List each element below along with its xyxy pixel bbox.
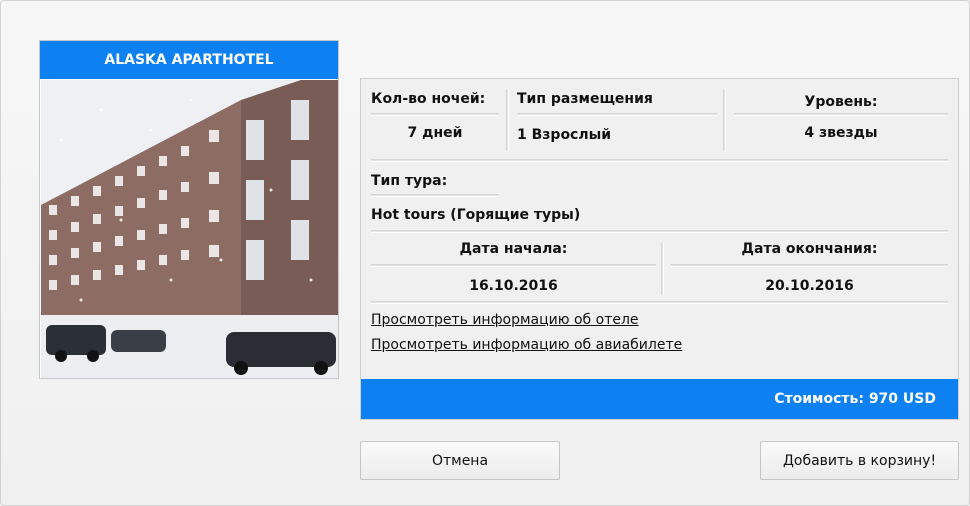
- end-date-label: Дата окончания:: [741, 241, 878, 257]
- hotel-photo-image: [41, 80, 338, 378]
- divider: [371, 301, 948, 304]
- cancel-button[interactable]: Отмена: [360, 441, 560, 480]
- tour-type-label: Тип тура:: [371, 173, 448, 189]
- accommodation-value: 1 Взрослый: [517, 127, 612, 143]
- divider: [723, 89, 726, 151]
- divider: [517, 113, 717, 116]
- hotel-card: ALASKA APARTHOTEL: [39, 40, 339, 379]
- ticket-info-link[interactable]: Просмотреть информацию об авиабилете: [371, 337, 682, 353]
- divider: [661, 243, 664, 295]
- divider: [371, 194, 499, 197]
- end-date-value: 20.10.2016: [765, 278, 854, 294]
- divider: [371, 264, 656, 267]
- price-bar: Стоимость: 970 USD: [361, 379, 958, 419]
- accommodation-label: Тип размещения: [517, 91, 653, 107]
- hotel-info-link[interactable]: Просмотреть информацию об отеле: [371, 312, 639, 328]
- divider: [371, 159, 948, 162]
- start-date-value: 16.10.2016: [469, 278, 558, 294]
- divider: [734, 113, 948, 116]
- divider: [506, 89, 509, 151]
- tour-details-panel: Кол-во ночей: 7 дней Тип размещения 1 Вз…: [360, 78, 959, 420]
- tour-type-value: Hot tours (Горящие туры): [371, 207, 581, 223]
- divider: [371, 113, 499, 116]
- price-value: Стоимость: 970 USD: [774, 391, 936, 407]
- nights-label: Кол-во ночей:: [371, 91, 486, 107]
- divider: [371, 230, 948, 233]
- level-value: 4 звезды: [804, 125, 878, 141]
- nights-value: 7 дней: [407, 125, 463, 141]
- hotel-name: ALASKA APARTHOTEL: [40, 41, 338, 79]
- level-label: Уровень:: [804, 94, 878, 110]
- add-to-cart-button[interactable]: Добавить в корзину!: [760, 441, 959, 480]
- divider: [671, 264, 948, 267]
- hotel-photo: [41, 80, 338, 378]
- start-date-label: Дата начала:: [459, 241, 568, 257]
